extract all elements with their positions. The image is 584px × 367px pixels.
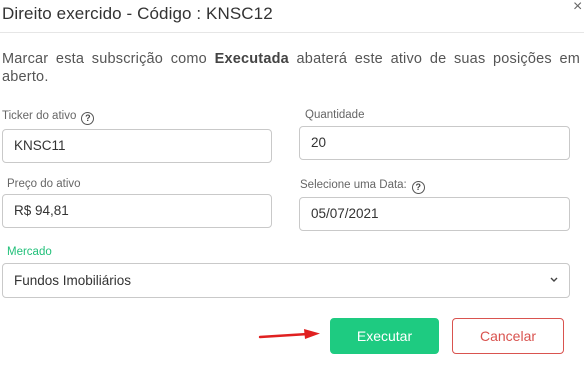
close-icon[interactable]: ×: [573, 0, 582, 16]
chevron-down-icon: [550, 277, 558, 282]
description-text: Marcar esta subscrição como Executada ab…: [2, 50, 580, 86]
description-prefix: Marcar esta subscrição como: [2, 51, 215, 67]
mercado-select[interactable]: Fundos Imobiliários: [2, 263, 570, 298]
ticker-label-row: Ticker do ativo?: [2, 110, 95, 125]
quantidade-input[interactable]: 20: [299, 126, 570, 160]
header-divider: [0, 32, 584, 33]
ticker-input[interactable]: KNSC11: [2, 129, 272, 163]
ticker-label: Ticker do ativo: [2, 110, 77, 122]
cancelar-button[interactable]: Cancelar: [452, 318, 564, 354]
help-icon[interactable]: ?: [81, 112, 95, 125]
mercado-label: Mercado: [7, 246, 52, 258]
date-input[interactable]: 05/07/2021: [299, 197, 570, 231]
description-bold: Executada: [214, 51, 289, 67]
dialog-title: Direito exercido - Código : KNSC12: [2, 4, 273, 23]
mercado-select-value: Fundos Imobiliários: [14, 273, 132, 288]
preco-label: Preço do ativo: [7, 178, 81, 190]
quantidade-label: Quantidade: [305, 109, 365, 121]
red-arrow-icon: [258, 329, 320, 339]
executar-button[interactable]: Executar: [330, 318, 439, 354]
data-label-row: Selecione uma Data:?: [300, 179, 425, 194]
preco-input[interactable]: R$ 94,81: [2, 194, 272, 228]
help-icon[interactable]: ?: [411, 181, 425, 194]
data-label: Selecione uma Data:: [300, 179, 407, 191]
